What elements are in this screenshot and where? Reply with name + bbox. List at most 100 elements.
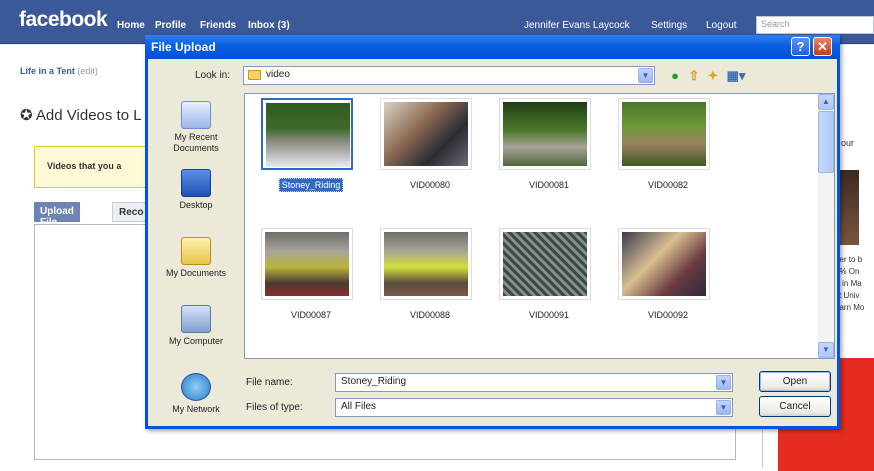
files-of-type-select[interactable]: All Files ▼ bbox=[335, 398, 733, 417]
my-network-icon bbox=[181, 373, 211, 401]
file-item-stoney-riding[interactable]: Stoney_Riding bbox=[261, 98, 361, 192]
scroll-up-icon[interactable]: ▲ bbox=[818, 94, 834, 110]
my-documents-icon bbox=[181, 237, 211, 265]
look-in-dropdown[interactable]: video ▼ bbox=[243, 66, 655, 85]
file-item-vid00081[interactable]: VID00081 bbox=[499, 98, 599, 190]
video-thumbnail bbox=[265, 232, 349, 296]
video-thumbnail bbox=[266, 103, 350, 167]
video-thumbnail bbox=[384, 232, 468, 296]
place-label: My Recent Documents bbox=[173, 132, 219, 153]
recent-documents-icon bbox=[181, 101, 211, 129]
nav-profile-link[interactable]: Profile bbox=[155, 20, 186, 31]
thumbnail-frame bbox=[618, 98, 710, 170]
video-icon: ✪ bbox=[20, 107, 33, 124]
file-name-caption: VID00081 bbox=[499, 180, 599, 190]
help-button[interactable]: ? bbox=[791, 37, 810, 56]
new-folder-icon[interactable]: ✦ bbox=[706, 69, 720, 83]
video-thumbnail bbox=[503, 232, 587, 296]
video-thumbnail bbox=[622, 102, 706, 166]
scrollbar-thumb[interactable] bbox=[818, 111, 834, 173]
page-title[interactable]: Life in a Tent (edit) bbox=[20, 66, 98, 76]
sidebar-line: ner to b bbox=[835, 255, 863, 264]
video-thumbnail bbox=[622, 232, 706, 296]
file-name-caption: VID00082 bbox=[618, 180, 718, 190]
place-desktop[interactable]: Desktop bbox=[158, 169, 234, 211]
file-name-text: VID00088 bbox=[409, 310, 451, 320]
video-thumbnail bbox=[503, 102, 587, 166]
dialog-title-bar[interactable]: File Upload ? ✕ bbox=[145, 35, 840, 59]
scroll-down-icon[interactable]: ▼ bbox=[818, 342, 834, 358]
file-name-field[interactable]: Stoney_Riding ▼ bbox=[335, 373, 733, 392]
vertical-scrollbar[interactable]: ▲ ▼ bbox=[818, 94, 834, 358]
thumbnail-frame bbox=[261, 228, 353, 300]
place-my-documents[interactable]: My Documents bbox=[158, 237, 234, 279]
file-name-caption: VID00080 bbox=[380, 180, 480, 190]
desktop-icon bbox=[181, 169, 211, 197]
file-list-view: Stoney_Riding VID00080 VID00081 VID00082… bbox=[244, 93, 835, 359]
close-button[interactable]: ✕ bbox=[813, 37, 832, 56]
file-name-text: Stoney_Riding bbox=[278, 178, 344, 192]
my-computer-icon bbox=[181, 305, 211, 333]
file-name-label: File name: bbox=[246, 377, 293, 388]
place-recent-documents[interactable]: My Recent Documents bbox=[158, 101, 234, 154]
place-label: My Network bbox=[172, 404, 220, 414]
page-title-text[interactable]: Life in a Tent bbox=[20, 66, 75, 76]
chevron-down-icon[interactable]: ▼ bbox=[638, 68, 653, 83]
place-label: Desktop bbox=[179, 200, 213, 210]
file-name-caption: VID00087 bbox=[261, 310, 361, 320]
tab-upload-file[interactable]: Upload File bbox=[34, 202, 80, 228]
search-input[interactable]: Search bbox=[756, 16, 874, 34]
place-my-network[interactable]: My Network bbox=[158, 373, 234, 415]
nav-user-link[interactable]: Jennifer Evans Laycock bbox=[524, 20, 630, 31]
thumbnail-frame bbox=[499, 228, 591, 300]
dialog-title: File Upload bbox=[151, 40, 216, 54]
file-name-caption: VID00092 bbox=[618, 310, 718, 320]
file-item-vid00091[interactable]: VID00091 bbox=[499, 228, 599, 320]
edit-link[interactable]: (edit) bbox=[77, 66, 98, 76]
thumbnail-frame bbox=[499, 98, 591, 170]
nav-inbox-link[interactable]: Inbox (3) bbox=[248, 20, 290, 31]
add-videos-text: Add Videos to L bbox=[35, 107, 142, 124]
sidebar-line: A in Ma bbox=[835, 279, 862, 288]
video-thumbnail bbox=[384, 102, 468, 166]
place-label: My Computer bbox=[168, 336, 223, 346]
cancel-button[interactable]: Cancel bbox=[759, 396, 831, 417]
file-item-vid00088[interactable]: VID00088 bbox=[380, 228, 480, 320]
files-of-type-value: All Files bbox=[341, 401, 377, 412]
nav-friends-link[interactable]: Friends bbox=[200, 20, 236, 31]
file-name-text: VID00082 bbox=[647, 180, 689, 190]
back-icon[interactable]: ● bbox=[668, 69, 682, 83]
nav-home-link[interactable]: Home bbox=[117, 20, 145, 31]
chevron-down-icon[interactable]: ▼ bbox=[716, 375, 731, 390]
place-my-computer[interactable]: My Computer bbox=[158, 305, 234, 347]
file-name-value: Stoney_Riding bbox=[341, 376, 407, 387]
nav-settings-link[interactable]: Settings bbox=[651, 20, 687, 31]
look-in-value: video bbox=[266, 69, 290, 80]
thumbnail-frame bbox=[380, 228, 472, 300]
file-name-caption: Stoney_Riding bbox=[261, 178, 361, 192]
up-folder-icon[interactable]: ⇧ bbox=[687, 69, 701, 83]
nav-logout-link[interactable]: Logout bbox=[706, 20, 737, 31]
views-menu-icon[interactable]: ▦▾ bbox=[726, 69, 746, 83]
file-item-vid00092[interactable]: VID00092 bbox=[618, 228, 718, 320]
file-name-text: VID00091 bbox=[528, 310, 570, 320]
facebook-logo[interactable]: facebook bbox=[19, 8, 108, 32]
files-of-type-label: Files of type: bbox=[246, 402, 303, 413]
file-name-text: VID00092 bbox=[647, 310, 689, 320]
look-in-label: Look in: bbox=[195, 70, 231, 81]
sidebar-line: earn Mo bbox=[835, 303, 865, 312]
sidebar-line: st Univ bbox=[835, 291, 860, 300]
thumbnail-frame bbox=[261, 98, 353, 170]
open-button[interactable]: Open bbox=[759, 371, 831, 392]
file-name-caption: VID00091 bbox=[499, 310, 599, 320]
file-name-text: VID00081 bbox=[528, 180, 570, 190]
add-videos-heading: ✪ Add Videos to L bbox=[20, 106, 142, 124]
file-item-vid00082[interactable]: VID00082 bbox=[618, 98, 718, 190]
sidebar-text: ner to b 0% On A in Ma st Univ earn Mo bbox=[835, 254, 874, 314]
file-name-text: VID00080 bbox=[409, 180, 451, 190]
notice-box: Videos that you a bbox=[34, 146, 146, 188]
chevron-down-icon[interactable]: ▼ bbox=[716, 400, 731, 415]
file-item-vid00087[interactable]: VID00087 bbox=[261, 228, 361, 320]
file-item-vid00080[interactable]: VID00080 bbox=[380, 98, 480, 190]
sidebar-title: our bbox=[841, 138, 855, 148]
